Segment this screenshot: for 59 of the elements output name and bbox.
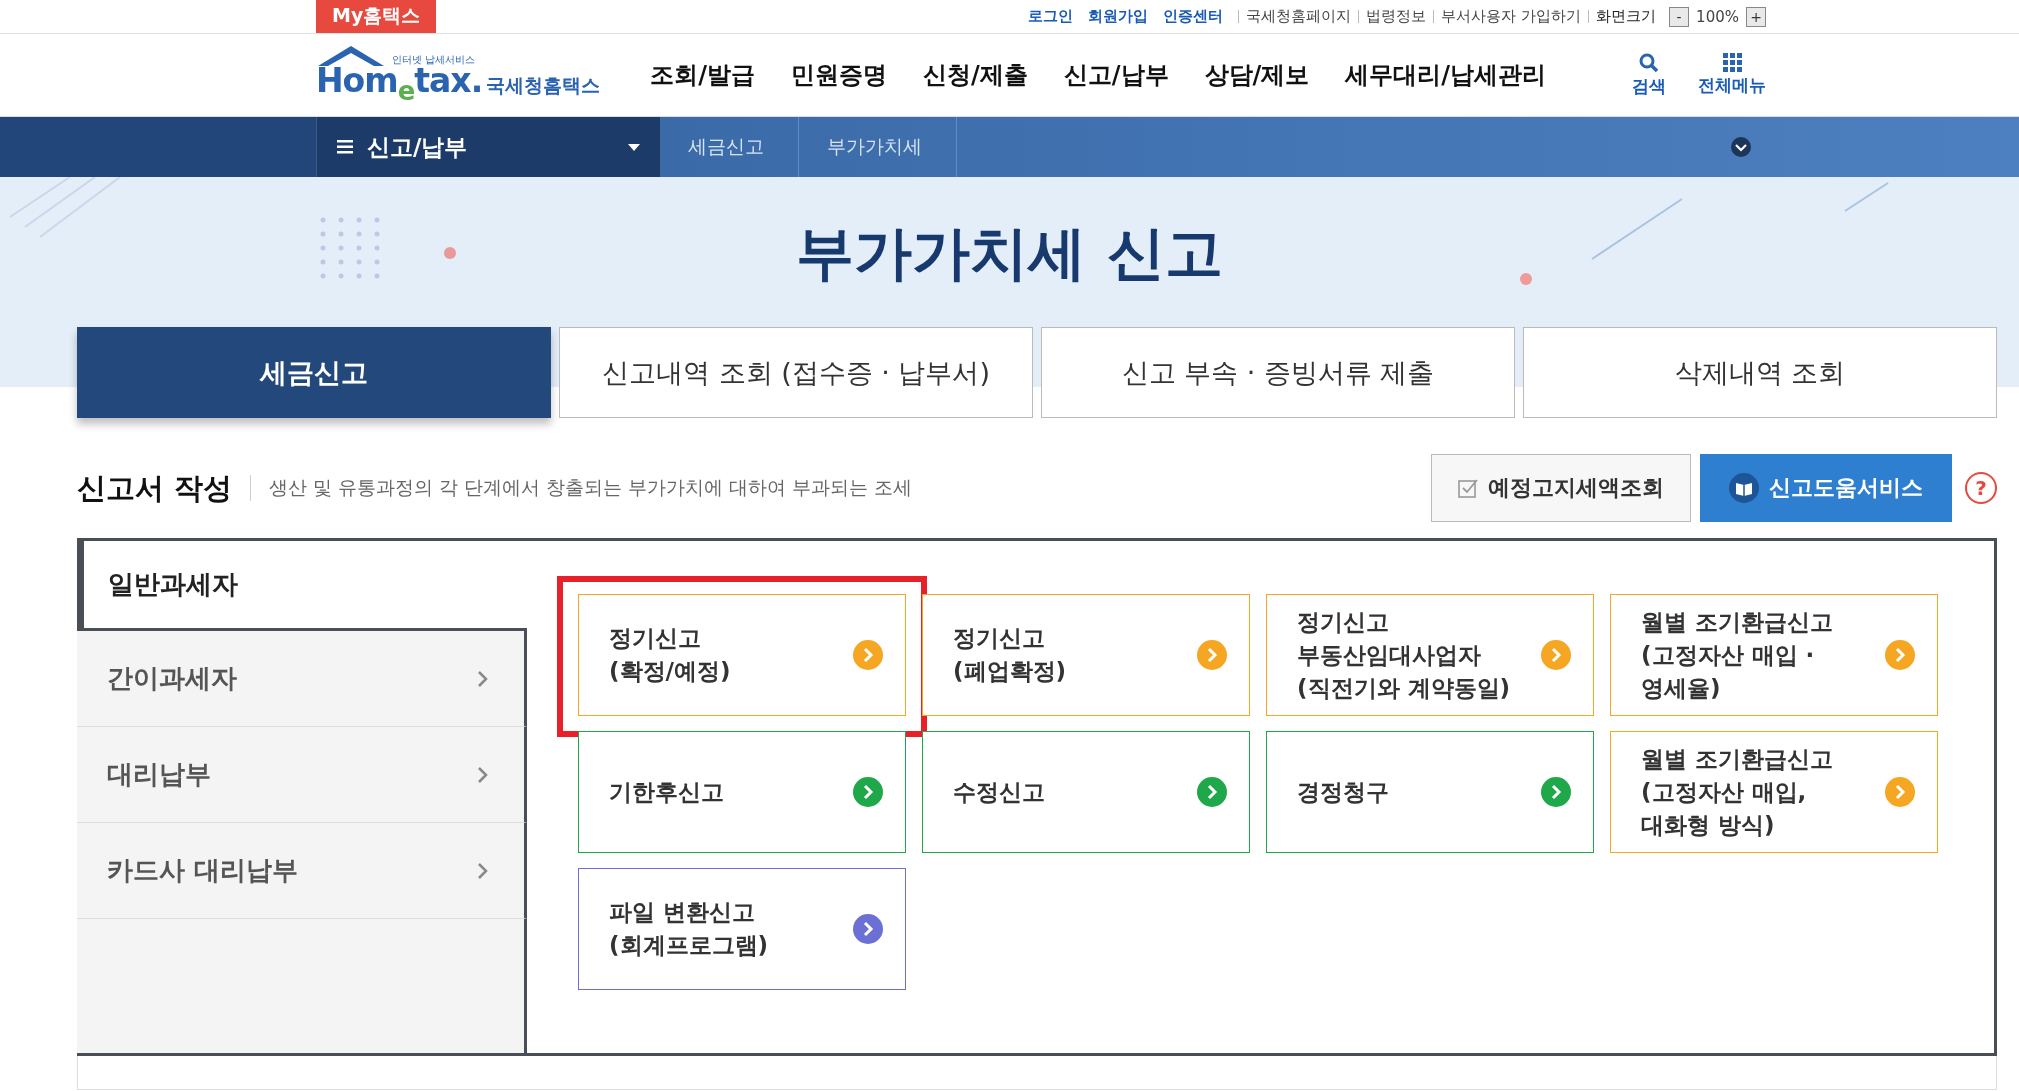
decorative-dot: [1520, 273, 1532, 285]
tab[interactable]: 세금신고: [77, 327, 551, 418]
top-link[interactable]: 국세청홈페이지: [1246, 7, 1352, 26]
zoom-out-button[interactable]: -: [1669, 6, 1690, 27]
menu-card[interactable]: 기한후신고: [578, 731, 906, 853]
menu-card[interactable]: 경정청구: [1266, 731, 1594, 853]
help-button[interactable]: ?: [1965, 472, 1997, 504]
search-icon: [1639, 52, 1659, 73]
logo-tagline: 인터넷 납세서비스: [392, 52, 476, 67]
checkbox-icon: [1458, 478, 1478, 498]
sidebar-item[interactable]: 카드사 대리납부: [77, 823, 527, 919]
sidebar-item[interactable]: 간이과세자: [77, 631, 527, 727]
menu-item[interactable]: 조회/발급: [650, 59, 755, 91]
menu-card[interactable]: 정기신고 부동산임대사업자 (직전기와 계약동일): [1266, 594, 1594, 716]
sidebar-item[interactable]: 대리납부: [77, 727, 527, 823]
tab[interactable]: 신고 부속 · 증빙서류 제출: [1041, 327, 1515, 418]
chevron-right-icon: [478, 862, 488, 879]
zoom-in-button[interactable]: +: [1746, 6, 1766, 27]
sidebar-item[interactable]: 일반과세자: [77, 541, 527, 631]
all-menu-button[interactable]: 전체메뉴: [1698, 52, 1766, 98]
top-link[interactable]: 법령정보: [1366, 7, 1427, 26]
tax-inquiry-button[interactable]: 예정고지세액조회: [1431, 454, 1691, 522]
house-roof-icon: [316, 44, 386, 67]
top-link[interactable]: 회원가입: [1088, 7, 1149, 26]
my-hometax-tab[interactable]: My홈택스: [316, 0, 437, 33]
menu-card[interactable]: 월별 조기환급신고 (고정자산 매입, 대화형 방식): [1610, 731, 1938, 853]
menu-card[interactable]: 파일 변환신고 (회계프로그램): [578, 868, 906, 990]
chevron-right-icon: [478, 670, 488, 687]
menu-icon: [337, 140, 353, 154]
grid-icon: [1722, 52, 1742, 72]
menu-item[interactable]: 신고/납부: [1063, 59, 1169, 91]
menu-card[interactable]: 수정신고: [922, 731, 1250, 853]
section-description: 생산 및 유통과정의 각 단계에서 창출되는 부가가치에 대하여 부과되는 조세: [269, 475, 913, 500]
help-service-button[interactable]: 신고도움서비스: [1700, 454, 1952, 522]
book-icon: [1729, 473, 1759, 503]
tab[interactable]: 삭제내역 조회: [1523, 327, 1997, 418]
logo-subtitle: 국세청홈택스: [486, 72, 601, 98]
expand-icon: [1730, 136, 1752, 158]
top-link[interactable]: 인증센터: [1163, 7, 1224, 26]
menu-item[interactable]: 신청/제출: [922, 59, 1028, 91]
screen-size-label: 화면크기: [1596, 7, 1657, 26]
section-title: 신고서 작성: [77, 475, 252, 501]
top-link[interactable]: 부서사용자 가입하기: [1441, 7, 1582, 26]
menu-card[interactable]: 월별 조기환급신고 (고정자산 매입 · 영세율): [1610, 594, 1938, 716]
decorative-dot: [444, 247, 456, 259]
category-dropdown[interactable]: 신고/납부: [316, 117, 660, 177]
menu-item[interactable]: 민원증명: [790, 59, 887, 91]
dot-pattern-drawing: [320, 217, 380, 279]
caret-icon: [628, 143, 640, 151]
zoom-value: 100%: [1696, 7, 1739, 26]
menu-item[interactable]: 세무대리/납세관리: [1345, 59, 1547, 91]
menu-card[interactable]: 정기신고 (폐업확정): [922, 594, 1250, 716]
chevron-right-icon: [478, 766, 488, 783]
top-link[interactable]: 로그인: [1028, 7, 1074, 26]
page-title: 부가가치세 신고: [796, 218, 1223, 289]
menu-item[interactable]: 상담/제보: [1204, 59, 1310, 91]
tab[interactable]: 신고내역 조회 (접수증 · 납부서): [559, 327, 1033, 418]
menu-card[interactable]: 정기신고 (확정/예정): [578, 594, 906, 716]
search-button[interactable]: 검색: [1632, 52, 1666, 98]
